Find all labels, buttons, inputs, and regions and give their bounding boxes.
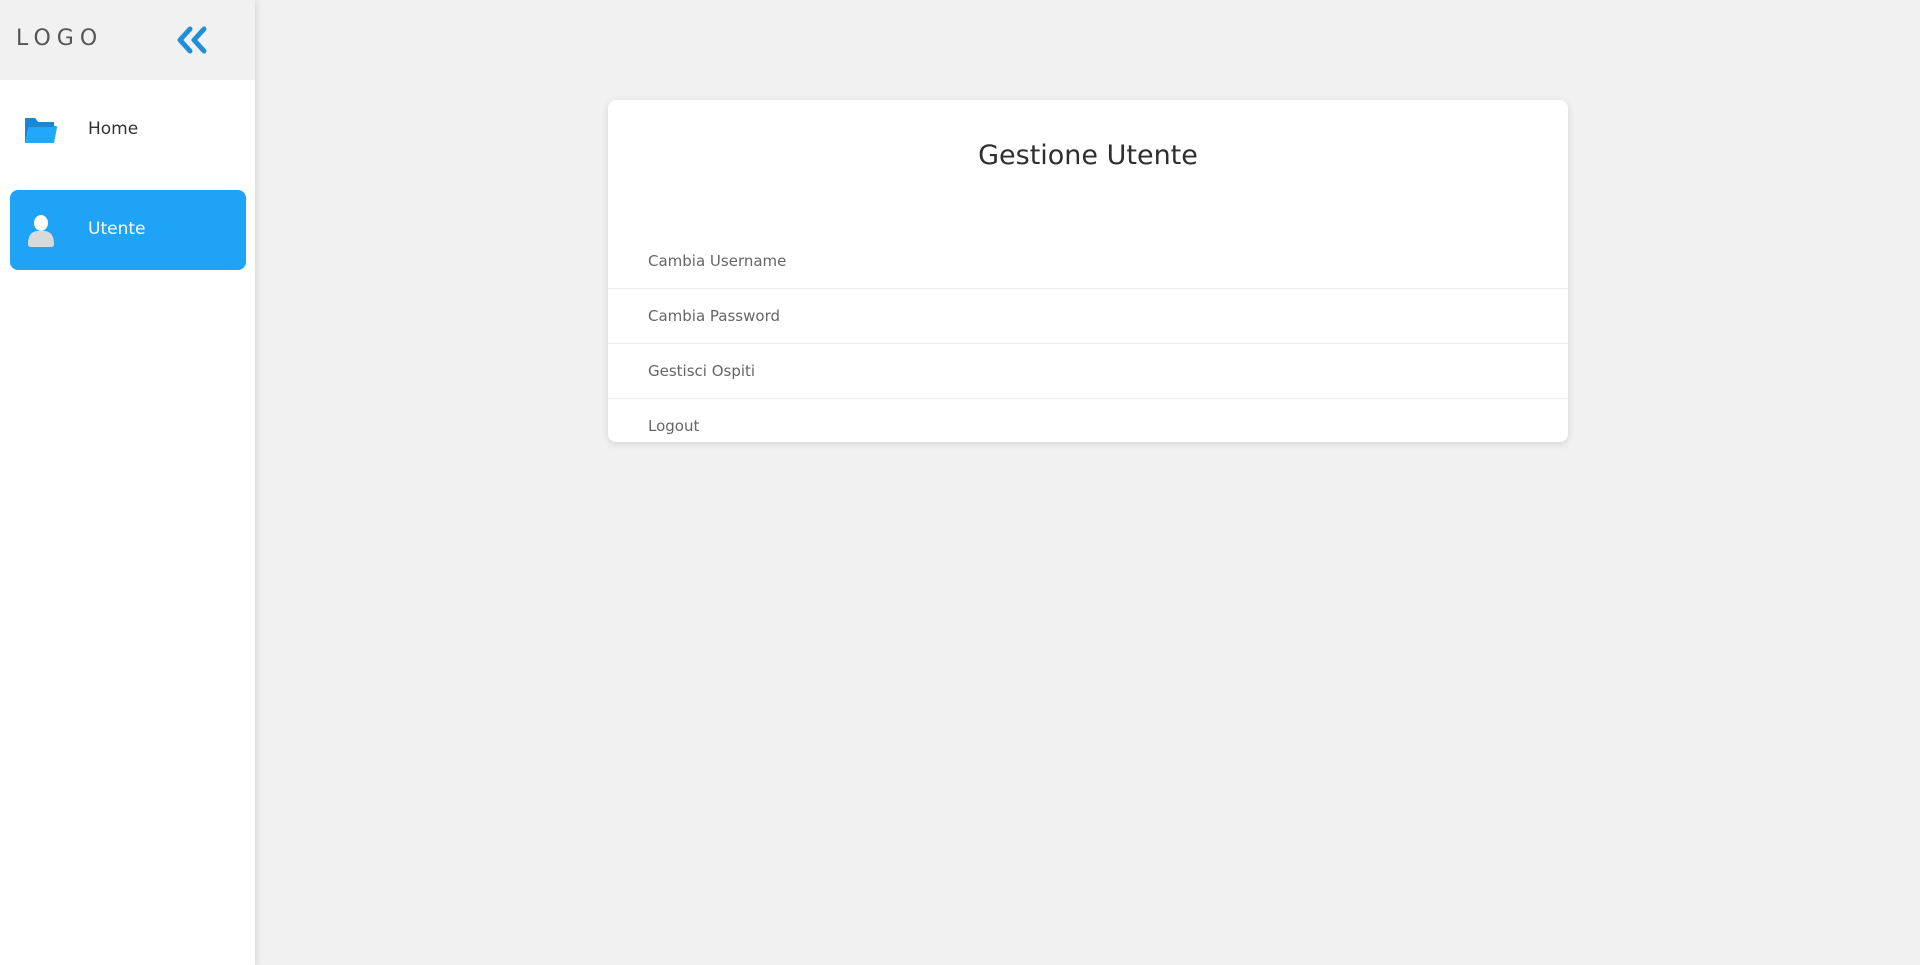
menu-item-cambia-password[interactable]: Cambia Password	[608, 289, 1568, 344]
sidebar-item-label: Utente	[88, 219, 146, 239]
sidebar: LOGO Home Utente	[0, 0, 255, 965]
user-management-card: Gestione Utente Cambia Username Cambia P…	[608, 100, 1568, 442]
logo: LOGO	[16, 26, 104, 51]
user-options-list: Cambia Username Cambia Password Gestisci…	[608, 234, 1568, 454]
menu-item-cambia-username[interactable]: Cambia Username	[608, 234, 1568, 289]
user-icon	[24, 214, 58, 247]
sidebar-item-utente[interactable]: Utente	[10, 190, 246, 270]
folder-icon	[24, 114, 58, 146]
sidebar-item-label: Home	[88, 119, 139, 139]
sidebar-item-home[interactable]: Home	[10, 90, 246, 170]
menu-item-gestisci-ospiti[interactable]: Gestisci Ospiti	[608, 344, 1568, 399]
menu-item-logout[interactable]: Logout	[608, 399, 1568, 454]
sidebar-header: LOGO	[0, 0, 255, 80]
double-chevron-left-icon	[177, 26, 207, 54]
page-title: Gestione Utente	[978, 140, 1198, 171]
collapse-sidebar-button[interactable]	[174, 24, 210, 56]
